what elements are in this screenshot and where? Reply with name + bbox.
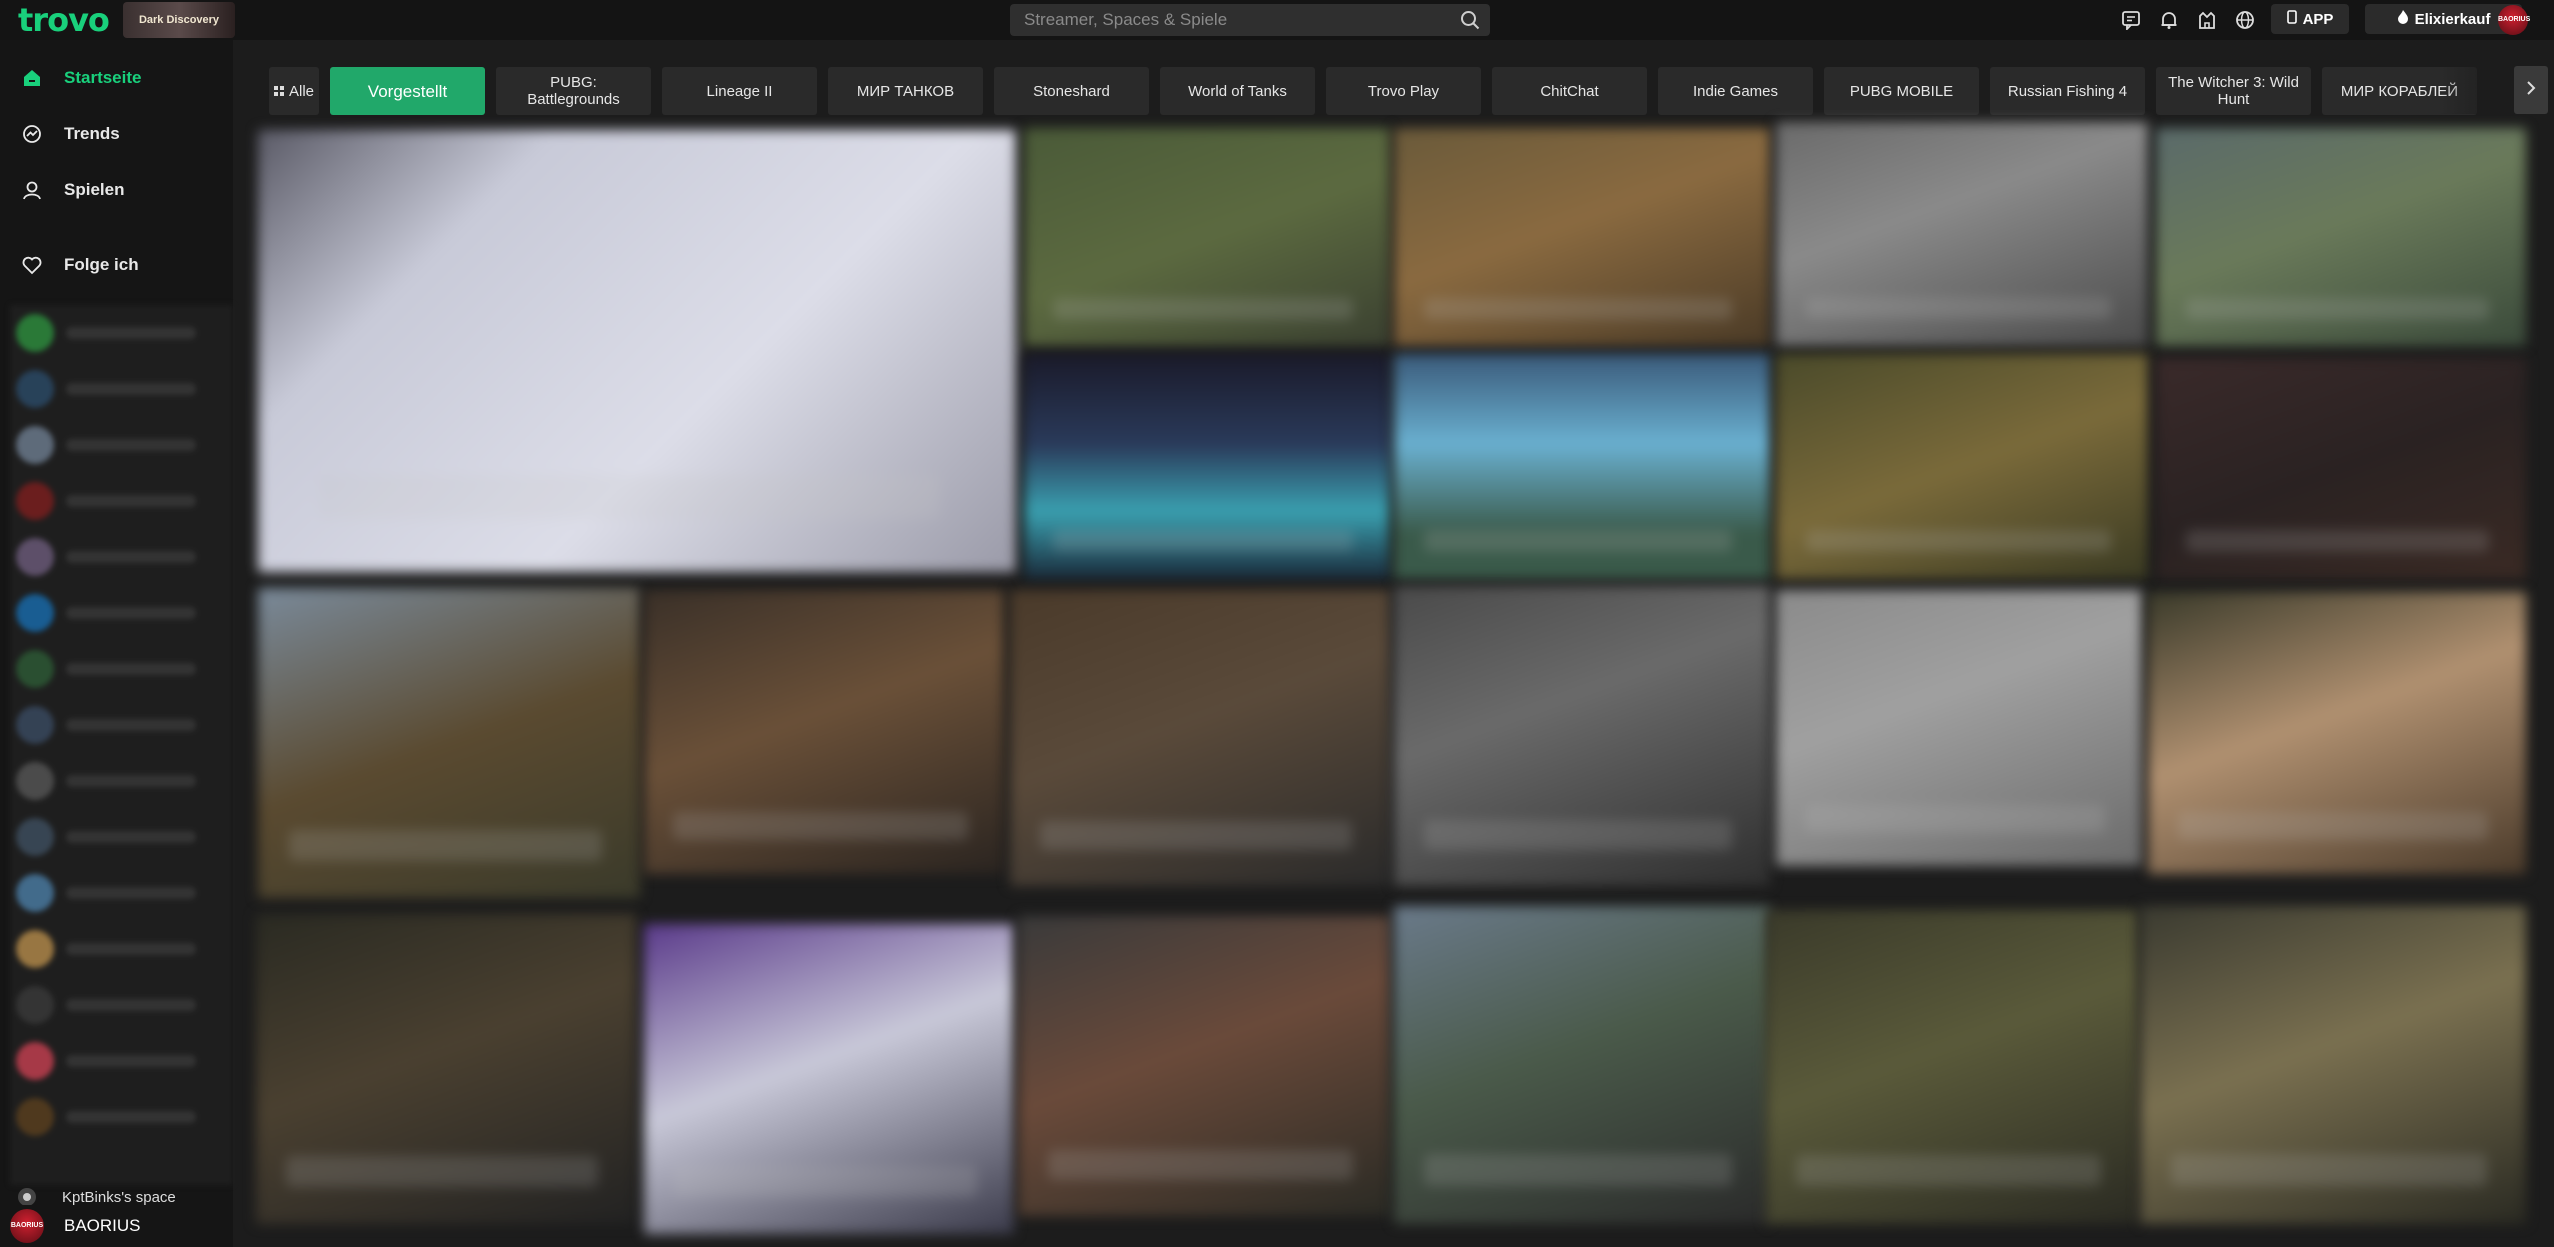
tab-featured[interactable]: Vorgestellt	[330, 67, 485, 115]
stream-card[interactable]	[1766, 910, 2138, 1224]
tab-mir-tankov[interactable]: МИР ТАНКОВ	[828, 67, 983, 115]
stream-card[interactable]	[2156, 358, 2526, 579]
tab-witcher-3[interactable]: The Witcher 3: Wild Hunt	[2156, 67, 2311, 115]
stream-card[interactable]	[644, 590, 1004, 874]
tab-lineage-ii[interactable]: Lineage II	[662, 67, 817, 115]
trovo-logo[interactable]: trovo	[18, 4, 110, 36]
list-item[interactable]	[10, 529, 233, 585]
stream-card[interactable]	[1776, 354, 2148, 579]
stream-card[interactable]	[1394, 128, 1770, 346]
tab-trovo-play[interactable]: Trovo Play	[1326, 67, 1481, 115]
sidebar-item-trends[interactable]: Trends	[0, 114, 233, 154]
stream-card[interactable]	[2156, 128, 2526, 346]
tab-label: Alle	[289, 82, 315, 100]
heart-icon	[17, 254, 47, 276]
list-item[interactable]	[10, 1089, 233, 1145]
stream-card[interactable]	[1024, 128, 1390, 346]
sidebar-label-trends: Trends	[64, 124, 120, 143]
app-label: APP	[2302, 10, 2334, 28]
category-bar: Alle Vorgestellt PUBG: Battlegrounds Lin…	[269, 66, 2514, 116]
avatar: BAORIUS	[10, 1209, 44, 1243]
top-bar: trovo Dark Discovery APP Elixierkauf	[0, 0, 2554, 40]
list-item[interactable]	[10, 417, 233, 473]
stream-card[interactable]	[256, 914, 636, 1224]
stream-card[interactable]	[2148, 592, 2526, 874]
tab-indie-games[interactable]: Indie Games	[1658, 67, 1813, 115]
castle-icon[interactable]	[2188, 0, 2226, 40]
current-user-name: BAORIUS	[64, 1216, 141, 1235]
tab-all[interactable]: Alle	[269, 67, 319, 115]
chevron-right-icon	[2525, 80, 2537, 101]
sidebar-item-following[interactable]: Folge ich	[0, 245, 233, 285]
list-item[interactable]	[10, 305, 233, 361]
search-box[interactable]	[1010, 4, 1490, 36]
list-item[interactable]	[10, 361, 233, 417]
sidebar-item-play[interactable]: Spielen	[0, 170, 233, 210]
list-item[interactable]	[10, 641, 233, 697]
category-next-button[interactable]	[2514, 66, 2548, 114]
featured-stream-card[interactable]	[258, 130, 1016, 572]
stream-card[interactable]	[1024, 354, 1390, 579]
flame-icon	[2397, 9, 2409, 29]
followed-channels-list	[10, 305, 233, 1185]
stream-card[interactable]	[1394, 906, 1770, 1224]
sidebar-item-home[interactable]: Startseite	[0, 58, 233, 98]
tab-pubg-mobile[interactable]: PUBG MOBILE	[1824, 67, 1979, 115]
sidebar-label-following: Folge ich	[64, 255, 139, 274]
tab-chitchat[interactable]: ChitChat	[1492, 67, 1647, 115]
globe-icon[interactable]	[2226, 0, 2264, 40]
channel-name: KptBinks's space	[62, 1188, 176, 1206]
trend-icon	[17, 123, 47, 145]
tab-stoneshard[interactable]: Stoneshard	[994, 67, 1149, 115]
list-item[interactable]	[10, 921, 233, 977]
sidebar: Startseite Trends Spielen Folge ich KptB…	[0, 40, 233, 1247]
play-icon	[17, 179, 47, 201]
messages-icon[interactable]	[2112, 0, 2150, 40]
app-button[interactable]: APP	[2271, 4, 2349, 34]
tab-world-of-tanks[interactable]: World of Tanks	[1160, 67, 1315, 115]
tab-russian-fishing-4[interactable]: Russian Fishing 4	[1990, 67, 2145, 115]
stream-card[interactable]	[1776, 590, 2142, 866]
user-avatar[interactable]: BAORIUS	[2498, 5, 2530, 35]
list-item[interactable]	[10, 865, 233, 921]
list-item[interactable]	[10, 473, 233, 529]
list-item[interactable]	[10, 585, 233, 641]
stream-card[interactable]	[1018, 916, 1390, 1216]
list-item[interactable]	[10, 809, 233, 865]
list-item[interactable]	[10, 753, 233, 809]
tab-mir-korabley[interactable]: МИР КОРАБЛЕЙ	[2322, 67, 2477, 115]
phone-icon	[2286, 10, 2297, 28]
stream-card[interactable]	[1394, 586, 1770, 886]
search-icon[interactable]	[1450, 4, 1490, 36]
event-badge[interactable]: Dark Discovery	[123, 2, 235, 38]
stream-card[interactable]	[644, 924, 1014, 1234]
tab-pubg[interactable]: PUBG: Battlegrounds	[496, 67, 651, 115]
bell-icon[interactable]	[2150, 0, 2188, 40]
list-item[interactable]	[10, 977, 233, 1033]
elixir-shop-label: Elixierkauf	[2414, 10, 2491, 28]
stream-card[interactable]	[1010, 590, 1390, 886]
stream-card[interactable]	[2140, 906, 2526, 1224]
stream-card[interactable]	[258, 588, 640, 898]
grid-icon	[274, 83, 284, 100]
sidebar-label-play: Spielen	[64, 180, 125, 199]
sidebar-label-home: Startseite	[64, 68, 142, 87]
channel-avatar	[10, 1187, 44, 1207]
stream-card[interactable]	[1394, 354, 1770, 579]
search-input[interactable]	[1010, 9, 1450, 31]
list-item[interactable]	[10, 1033, 233, 1089]
home-icon	[17, 67, 47, 89]
top-icons	[2112, 0, 2264, 40]
current-user-bar[interactable]: BAORIUS BAORIUS	[0, 1205, 233, 1247]
list-item[interactable]	[10, 697, 233, 753]
stream-card[interactable]	[1776, 122, 2148, 346]
